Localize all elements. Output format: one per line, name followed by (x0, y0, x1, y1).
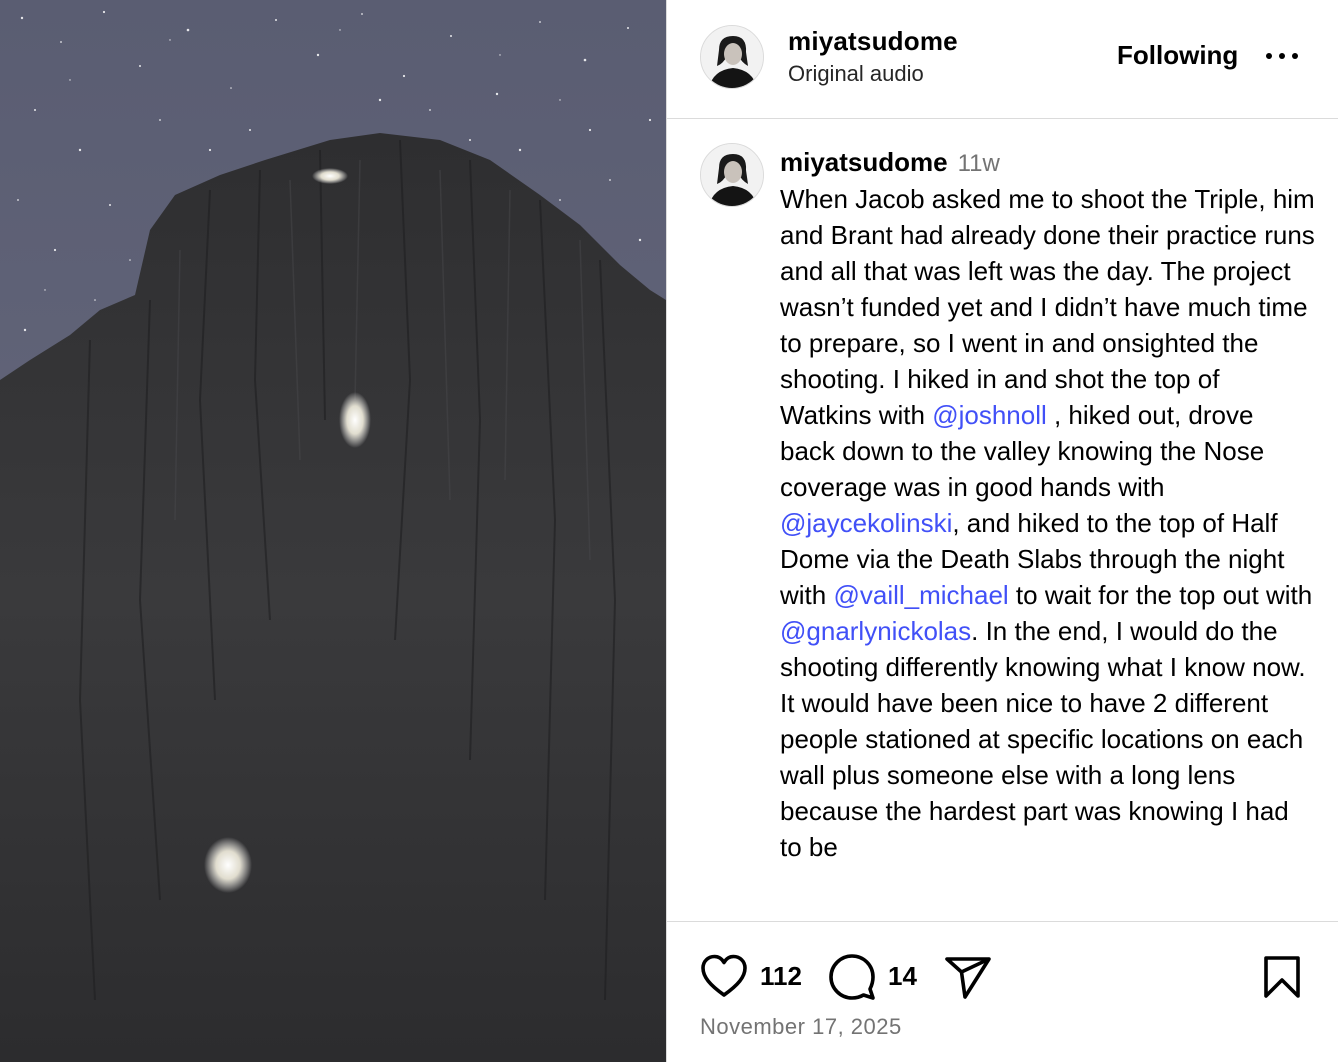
more-options-icon[interactable] (1262, 42, 1302, 70)
caption-text-segment: When Jacob asked me to shoot the Triple,… (780, 184, 1315, 430)
following-button[interactable]: Following (1117, 40, 1238, 71)
post-details-panel: miyatsudome Original audio Following miy… (667, 0, 1338, 1062)
caption-timestamp[interactable]: 11w (958, 150, 1000, 177)
comment-bubble-icon[interactable] (828, 953, 876, 1006)
like-count[interactable]: 112 (760, 961, 802, 992)
caption-author-avatar[interactable] (700, 143, 764, 207)
person-avatar-icon (701, 144, 763, 206)
caption-username-line: miyatsudome 11w (780, 147, 1000, 178)
caption-section: miyatsudome 11w When Jacob asked me to sh… (667, 119, 1338, 921)
person-avatar-icon (701, 26, 763, 88)
heart-icon[interactable] (700, 954, 748, 1003)
comment-count[interactable]: 14 (888, 961, 917, 992)
caption-username[interactable]: miyatsudome (780, 147, 948, 177)
granite-wall-night-image (0, 0, 666, 1062)
mention-vaill-michael[interactable]: @vaill_michael (833, 580, 1008, 610)
caption-text-segment: . In the end, I would do the shooting di… (780, 616, 1306, 862)
post-header: miyatsudome Original audio Following (667, 0, 1338, 119)
caption-text: When Jacob asked me to shoot the Triple,… (780, 181, 1315, 865)
paper-plane-icon[interactable] (944, 955, 992, 1004)
mention-gnarlynickolas[interactable]: @gnarlynickolas (780, 616, 971, 646)
author-avatar[interactable] (700, 25, 764, 89)
mention-joshnoll[interactable]: @joshnoll (932, 400, 1047, 430)
caption-text-segment: to wait for the top out with (1008, 580, 1313, 610)
post-media-video[interactable] (0, 0, 666, 1062)
post-date[interactable]: November 17, 2025 (700, 1014, 902, 1040)
post-actions-bar: 112 14 November 17, 2025 (667, 922, 1338, 1062)
author-username[interactable]: miyatsudome (788, 26, 958, 57)
bookmark-icon[interactable] (1263, 955, 1301, 1004)
original-audio-link[interactable]: Original audio (788, 61, 924, 87)
mention-jaycekolinski[interactable]: @jaycekolinski (780, 508, 952, 538)
